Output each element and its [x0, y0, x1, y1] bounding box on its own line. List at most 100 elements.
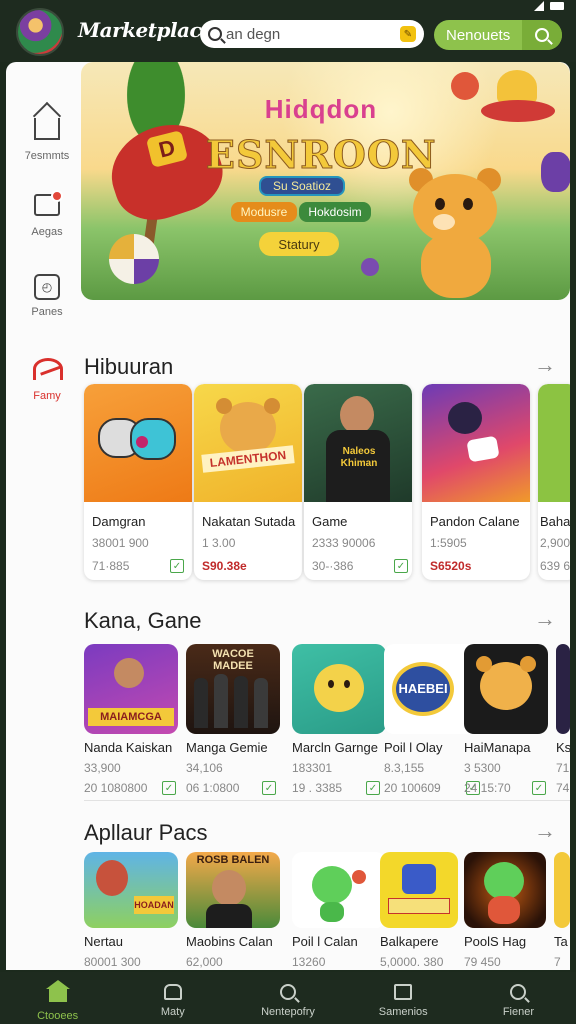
- game-image: ROSB BALEN: [186, 852, 280, 928]
- arrow-right-icon[interactable]: →: [534, 606, 556, 632]
- sidebar-item-home[interactable]: 7esmmts: [14, 112, 80, 162]
- tile-price: 20 1080800 ✓: [84, 781, 178, 795]
- nav-label: Ctooees: [37, 1010, 79, 1022]
- product-card[interactable]: LAMENTHON Nakatan Sutada 1 3.00 S90.38e: [194, 384, 302, 580]
- game-tile[interactable]: PoolS Hag 79 450: [464, 852, 558, 969]
- select-checkbox[interactable]: ✓: [262, 781, 276, 795]
- game-image: WACOE MADEE: [186, 644, 280, 734]
- sidebar-item-games[interactable]: ◴ Panes: [14, 274, 80, 318]
- banner-tag: Su Soatioz: [259, 176, 345, 196]
- favorite-icon: [33, 358, 63, 384]
- product-card[interactable]: Pandon Calane 1:5905 S6520s: [422, 384, 530, 580]
- tile-meta: 62,000: [186, 955, 223, 969]
- game-image: [554, 852, 570, 928]
- search-icon: [208, 27, 222, 41]
- game-image: [292, 852, 386, 928]
- box-icon: [392, 984, 414, 1004]
- bear-mascot-image: [401, 168, 511, 298]
- game-image: [556, 644, 570, 734]
- card-name: Baha: [540, 514, 570, 529]
- product-card[interactable]: Baha 2,900 639 6: [538, 384, 570, 580]
- game-tile[interactable]: WACOE MADEE Manga Gemie 34,106 06 1:0800…: [186, 644, 280, 795]
- game-tile[interactable]: HOADAN Nertau 80001 300: [84, 852, 178, 969]
- product-image: Naleos Khiman: [304, 384, 412, 502]
- card-price: S90.38e: [202, 559, 247, 573]
- tile-meta: 34,106: [186, 761, 223, 775]
- tile-name: Balkapere: [380, 934, 439, 949]
- product-image: LAMENTHON: [194, 384, 302, 502]
- nav-item-explore[interactable]: Nentepofry: [230, 972, 345, 1024]
- card-meta: 1:5905: [430, 536, 467, 550]
- game-tile[interactable]: ROSB BALEN Maobins Calan 62,000: [186, 852, 280, 969]
- arrow-right-icon[interactable]: →: [534, 818, 556, 844]
- tile-price: 74: [556, 781, 570, 795]
- game-image: [464, 852, 546, 928]
- tile-name: PoolS Hag: [464, 934, 527, 949]
- tile-name: Poil l Calan: [292, 934, 358, 949]
- tile-meta: 13260: [292, 955, 326, 969]
- filter-icon[interactable]: ✎: [400, 26, 416, 42]
- section-title: Kana, Gane: [84, 608, 202, 633]
- promo-banner[interactable]: D Hidqdon ESNROON Su Soatioz Modusre Hok…: [81, 62, 570, 300]
- search-icon: [535, 28, 549, 42]
- tile-name: HaiManapa: [464, 740, 531, 755]
- game-tile[interactable]: Ks 71 74: [556, 644, 570, 795]
- select-checkbox[interactable]: ✓: [394, 559, 408, 573]
- tile-meta: 33,900: [84, 761, 121, 775]
- banner-headline: ESNROON: [206, 132, 437, 178]
- arrow-right-icon[interactable]: →: [534, 352, 556, 378]
- game-tile[interactable]: HaiManapa 3 5300 24 15:70 ✓: [464, 644, 558, 795]
- select-checkbox[interactable]: ✓: [170, 559, 184, 573]
- select-checkbox[interactable]: ✓: [532, 781, 546, 795]
- card-meta: 1 3.00: [202, 536, 236, 550]
- nav-item-store[interactable]: Maty: [115, 972, 230, 1024]
- notifications-button[interactable]: Nenouets: [434, 20, 562, 50]
- tile-price: 24 15:70 ✓: [464, 781, 558, 795]
- banner-cta-button[interactable]: Statury: [259, 232, 339, 256]
- tile-meta: 5,0000. 380: [380, 955, 444, 969]
- card-name: Nakatan Sutada: [202, 514, 296, 529]
- tile-meta: 79 450: [464, 955, 501, 969]
- game-image: [464, 644, 548, 734]
- nav-item-library[interactable]: Samenios: [346, 972, 461, 1024]
- tile-name: Nertau: [84, 934, 124, 949]
- search-input[interactable]: an degn: [226, 26, 400, 43]
- select-checkbox[interactable]: ✓: [162, 781, 176, 795]
- card-price: 639 6: [540, 559, 570, 573]
- game-tile[interactable]: MAIAMCGA Nanda Kaiskan 33,900 20 1080800…: [84, 644, 178, 795]
- product-card[interactable]: Naleos Khiman Game 2333 90006 30-·386 ✓: [304, 384, 412, 580]
- product-image: [538, 384, 570, 502]
- game-tile[interactable]: Balkapere 5,0000. 380: [380, 852, 474, 969]
- sidebar-item-label: 7esmmts: [24, 150, 70, 162]
- game-image: [292, 644, 386, 734]
- nav-item-search[interactable]: Fiener: [461, 972, 576, 1024]
- game-tile[interactable]: Poil l Calan 13260: [292, 852, 386, 969]
- product-image: [84, 384, 192, 502]
- card-price: 71·885: [92, 559, 130, 573]
- nav-label: Maty: [160, 1006, 185, 1018]
- tile-name: Ta: [554, 934, 568, 949]
- sidebar-item-favorites[interactable]: Famy: [14, 354, 80, 402]
- game-tile[interactable]: Ta 7: [554, 852, 570, 969]
- ufo-image: [481, 70, 555, 130]
- avatar[interactable]: [16, 8, 64, 56]
- sidebar-item-messages[interactable]: Aegas: [14, 190, 80, 238]
- search-bar[interactable]: an degn ✎: [200, 20, 424, 48]
- card-name: Damgran: [92, 514, 146, 529]
- tile-name: Ks: [556, 740, 570, 755]
- search-button[interactable]: [522, 20, 562, 50]
- ball-image: [109, 234, 159, 284]
- game-tile[interactable]: Marcln Garnge 183301 19 . 3385 ✓: [292, 644, 386, 795]
- tile-price: 06 1:0800 ✓: [186, 781, 280, 795]
- store-icon: [162, 984, 184, 1004]
- nav-label: Samenios: [378, 1006, 428, 1018]
- sidebar-item-label: Aegas: [31, 226, 63, 238]
- nav-label: Fiener: [502, 1006, 534, 1018]
- battery-icon: [550, 2, 564, 10]
- tile-meta: 3 5300: [464, 761, 501, 775]
- nav-item-home[interactable]: Ctooees: [0, 972, 115, 1024]
- card-meta: 38001 900: [92, 536, 149, 550]
- product-card[interactable]: Damgran 38001 900 71·885 ✓: [84, 384, 192, 580]
- tile-name: Maobins Calan: [186, 934, 273, 949]
- select-checkbox[interactable]: ✓: [366, 781, 380, 795]
